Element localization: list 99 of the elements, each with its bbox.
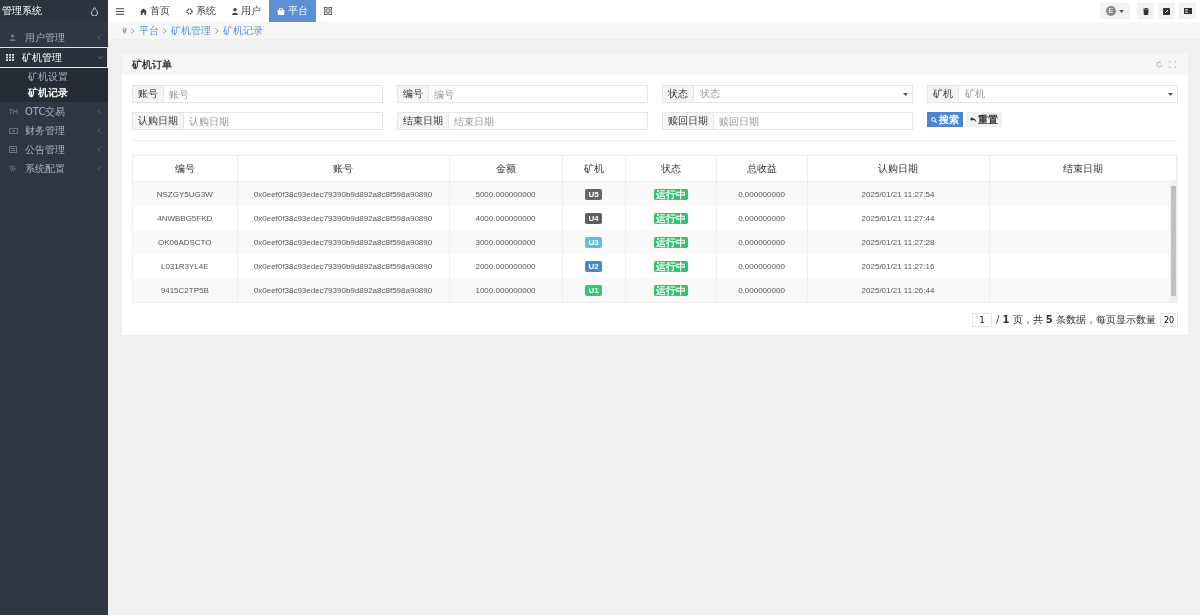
panel-title: 矿机订单 — [132, 57, 172, 72]
chevron-icon — [97, 35, 102, 40]
table-cell: 2025/01/21 11:27:28 — [807, 230, 989, 254]
app-title: 管理系统 — [2, 4, 42, 18]
filter-label: 认购日期 — [132, 112, 184, 130]
filter-label: 矿机 — [927, 85, 959, 103]
table-cell: 0.000000000 — [716, 278, 807, 302]
table-cell: 9415C2TP5B — [133, 278, 237, 302]
table-cell: 2025/01/21 11:27:54 — [807, 181, 989, 206]
filter-field[interactable]: 赎回日期 — [714, 112, 913, 130]
table-cell: 0.000000000 — [716, 230, 807, 254]
nav-tab[interactable]: 首页 — [132, 0, 178, 22]
filter-field[interactable]: 账号 — [164, 85, 383, 103]
chevron-icon — [131, 27, 135, 34]
filter-field[interactable]: 编号 — [429, 85, 648, 103]
chevron-icon — [97, 128, 102, 133]
caret-icon — [1168, 92, 1173, 96]
edit-icon — [1163, 7, 1170, 15]
page-size-field[interactable]: 20 — [1160, 313, 1178, 327]
miner-badge: U5 — [585, 188, 602, 200]
miner-badge: U4 — [585, 212, 602, 224]
status-badge: 运行中 — [653, 236, 688, 248]
nav-tab[interactable]: 系统 — [178, 0, 224, 22]
column-header[interactable]: 金额 — [449, 156, 562, 182]
column-header[interactable]: 总收益 — [716, 156, 807, 182]
search-icon — [931, 116, 937, 123]
sidebar-item[interactable]: OTC交易 — [0, 102, 108, 121]
sidebar-item[interactable]: 用户管理 — [0, 28, 108, 47]
gear-icon — [186, 7, 193, 15]
home-icon — [140, 7, 147, 15]
table-cell: 0x0eef0f38c93edec79390b9d892a8c8f598a90890 — [237, 230, 449, 254]
miner-badge: U2 — [585, 260, 602, 272]
search-button[interactable]: 搜索 — [927, 112, 963, 127]
money-icon — [9, 127, 18, 134]
pagination-summary: / 1 页，共 5 条数据，每页显示数量 — [995, 313, 1156, 327]
bag-icon — [277, 7, 285, 15]
card-button[interactable] — [1179, 3, 1196, 19]
caret-icon — [903, 92, 908, 96]
table-cell: OK06ADSCTO — [133, 230, 237, 254]
page-number-field[interactable]: 1 — [971, 313, 992, 327]
submenu-item[interactable]: 矿机记录 — [0, 85, 108, 101]
filter-label: 结束日期 — [397, 112, 449, 130]
filter-label: 赎回日期 — [662, 112, 714, 130]
table-cell: 0x0eef0f38c93edec79390b9d892a8c8f598a90890 — [237, 278, 449, 302]
column-header[interactable]: 编号 — [133, 156, 237, 182]
trademark-icon — [9, 109, 18, 114]
status-badge: 运行中 — [653, 188, 688, 200]
status-badge: 运行中 — [653, 284, 688, 296]
column-header[interactable]: 矿机 — [562, 156, 625, 182]
table-cell: 0x0eef0f38c93edec79390b9d892a8c8f598a90890 — [237, 181, 449, 206]
column-header[interactable]: 结束日期 — [989, 156, 1177, 182]
table-cell: NSZGY5UG3W — [133, 181, 237, 206]
table-cell: 2025/01/21 11:26:44 — [807, 278, 989, 302]
chevron-icon — [98, 55, 103, 60]
gear-icon — [9, 165, 16, 172]
nav-tab[interactable]: 用户 — [224, 0, 269, 22]
table-cell: 5000.000000000 — [449, 181, 562, 206]
miner-badge: U1 — [585, 284, 602, 296]
chevron-icon — [163, 27, 167, 34]
table-cell: 0.000000000 — [716, 181, 807, 206]
chevron-icon — [215, 27, 219, 34]
chevron-icon — [97, 147, 102, 152]
chevron-icon — [97, 166, 102, 171]
chevron-icon — [97, 109, 102, 114]
caret-icon — [1119, 9, 1124, 13]
user-menu-button[interactable]: E — [1100, 3, 1130, 19]
submenu-item[interactable]: 矿机设置 — [0, 69, 108, 85]
column-header[interactable]: 账号 — [237, 156, 449, 182]
menu-icon — [116, 7, 124, 15]
miner-badge: U3 — [585, 236, 602, 248]
edit-button[interactable] — [1158, 3, 1175, 19]
sidebar-item[interactable]: 矿机管理 — [0, 47, 108, 68]
scrollbar[interactable] — [1170, 180, 1177, 302]
table-cell: 1000.000000000 — [449, 278, 562, 302]
sidebar-item[interactable]: 公告管理 — [0, 140, 108, 159]
apps-icon — [324, 7, 332, 15]
user-icon — [9, 34, 16, 41]
status-badge: 运行中 — [653, 260, 688, 272]
drop-icon[interactable] — [91, 6, 98, 16]
filter-label: 账号 — [132, 85, 164, 103]
sidebar-item[interactable]: 系统配置 — [0, 159, 108, 178]
filter-field[interactable]: 认购日期 — [184, 112, 383, 130]
filter-label: 编号 — [397, 85, 429, 103]
location-icon — [122, 27, 127, 34]
user-icon — [232, 7, 238, 15]
filter-field[interactable]: 结束日期 — [449, 112, 648, 130]
column-header[interactable]: 状态 — [625, 156, 716, 182]
table-cell: 3000.000000000 — [449, 230, 562, 254]
sidebar-item[interactable]: 财务管理 — [0, 121, 108, 140]
trash-button[interactable] — [1137, 3, 1154, 19]
grid-icon — [6, 54, 14, 61]
status-badge: 运行中 — [653, 212, 688, 224]
trash-icon — [1142, 7, 1149, 15]
undo-icon — [970, 117, 976, 122]
column-header[interactable]: 认购日期 — [807, 156, 989, 182]
filter-label: 状态 — [662, 85, 694, 103]
card-icon — [1183, 8, 1192, 14]
list-icon — [9, 146, 17, 153]
reset-button[interactable]: 重置 — [966, 112, 1002, 127]
